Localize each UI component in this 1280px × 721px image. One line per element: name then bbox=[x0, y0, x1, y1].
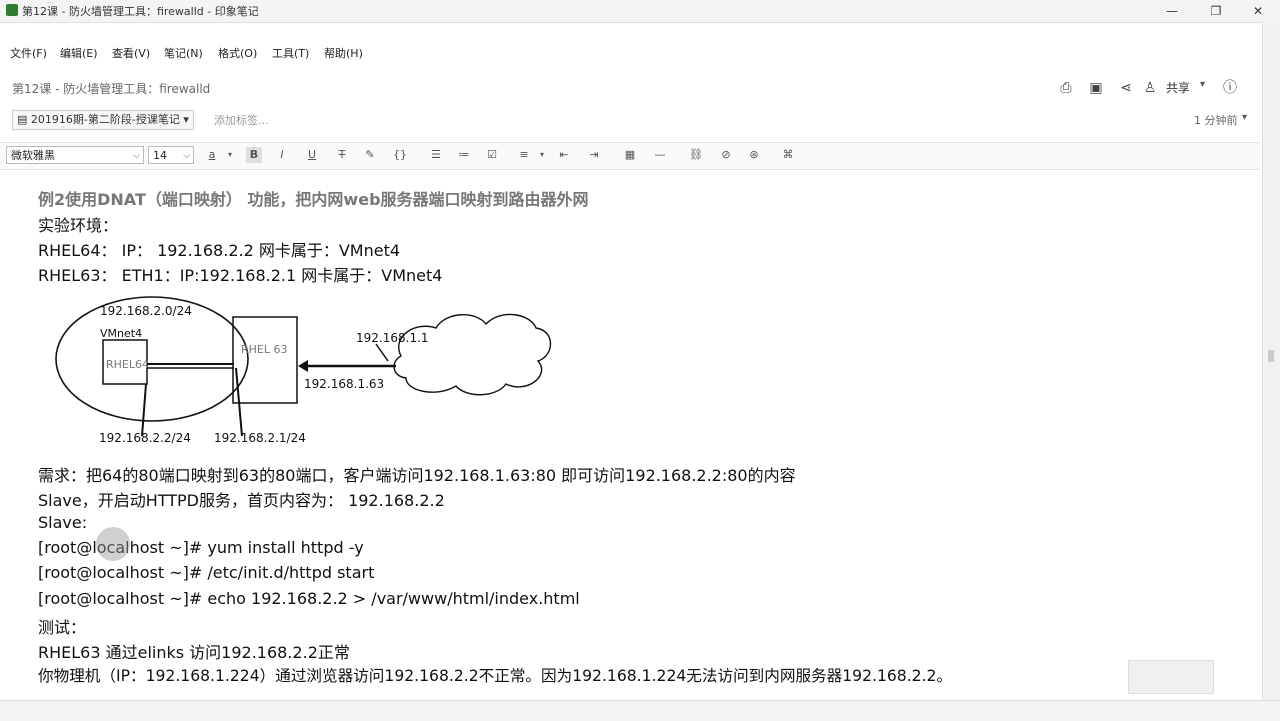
doc-line: RHEL63 通过elinks 访问192.168.2.2正常 bbox=[38, 643, 350, 662]
indent-icon[interactable]: ⇥ bbox=[586, 147, 602, 163]
menu-view[interactable]: 查看(V) bbox=[112, 45, 150, 61]
rhel63-box bbox=[232, 316, 298, 404]
code-icon[interactable]: {} bbox=[392, 147, 408, 163]
align-icon[interactable]: ≡ bbox=[516, 147, 532, 163]
outdent-icon[interactable]: ⇤ bbox=[556, 147, 572, 163]
evernote-app-icon bbox=[6, 4, 18, 16]
share-button[interactable]: 共享 bbox=[1166, 79, 1190, 96]
watermark-logo bbox=[1128, 660, 1214, 694]
doc-heading: 例2使用DNAT（端口映射） 功能，把内网web服务器端口映射到路由器外网 bbox=[38, 190, 589, 209]
font-family-value: 微软雅黑 bbox=[11, 149, 55, 162]
doc-line: Slave，开启动HTTPD服务，首页内容为： 192.168.2.2 bbox=[38, 491, 445, 510]
rhel63-label: RHEL 63 bbox=[241, 343, 288, 356]
doc-line: RHEL64： IP： 192.168.2.2 网卡属于：VMnet4 bbox=[38, 241, 401, 260]
share-network-icon[interactable]: ⋖ bbox=[1118, 80, 1134, 96]
info-icon[interactable]: ⓘ bbox=[1222, 80, 1238, 96]
menu-format[interactable]: 格式(O) bbox=[218, 45, 257, 61]
subnet-label: 192.168.2.0/24 bbox=[100, 304, 192, 318]
chevron-down-icon[interactable]: ▾ bbox=[534, 147, 550, 163]
text-color-icon[interactable]: a bbox=[204, 147, 220, 163]
underline-icon[interactable]: U bbox=[304, 147, 320, 163]
present-icon[interactable]: ▣ bbox=[1088, 80, 1104, 96]
chevron-down-icon[interactable]: ▾ bbox=[1200, 79, 1205, 90]
print-icon[interactable]: ⎙ bbox=[1058, 80, 1074, 96]
strikethrough-icon[interactable]: T bbox=[334, 147, 350, 163]
chevron-down-icon: ⌵ bbox=[183, 151, 190, 161]
note-editor[interactable]: 例2使用DNAT（端口映射） 功能，把内网web服务器端口映射到路由器外网 实验… bbox=[6, 176, 1250, 696]
note-header: 第12课 - 防火墙管理工具：firewalld ⎙ ▣ ⋖ ♙ 共享 ▾ ⓘ bbox=[0, 74, 1260, 100]
ip64-pointer bbox=[141, 383, 147, 437]
cloud-pointer bbox=[375, 343, 389, 362]
bold-icon[interactable]: B bbox=[246, 147, 262, 163]
internet-cloud bbox=[393, 313, 552, 396]
ip64-label: 192.168.2.2/24 bbox=[99, 431, 191, 445]
cloud-ip-label: 192.168.1.1 bbox=[356, 331, 429, 345]
italic-icon[interactable]: I bbox=[274, 147, 290, 163]
attachment-icon[interactable]: ⊘ bbox=[718, 147, 734, 163]
external-ip-label: 192.168.1.63 bbox=[304, 377, 384, 391]
doc-line: RHEL63： ETH1：IP:192.168.2.1 网卡属于：VMnet4 bbox=[38, 266, 443, 285]
doc-line: 测试： bbox=[38, 618, 87, 637]
ip63-pointer bbox=[235, 367, 243, 437]
minimize-button[interactable]: — bbox=[1150, 0, 1194, 22]
table-icon[interactable]: ▦ bbox=[622, 147, 638, 163]
chevron-down-icon: ▾ bbox=[183, 113, 189, 126]
chevron-down-icon: ⌵ bbox=[133, 151, 140, 161]
notebook-icon: ▤ bbox=[17, 113, 28, 126]
vertical-scrollbar[interactable] bbox=[1262, 22, 1280, 720]
note-title[interactable]: 第12课 - 防火墙管理工具：firewalld bbox=[12, 80, 210, 97]
chevron-down-icon[interactable]: ▾ bbox=[1242, 112, 1247, 123]
record-icon[interactable]: ⊛ bbox=[746, 147, 762, 163]
notebook-tag-bar: ▤ 201916期-第二阶段-授课笔记 ▾ 添加标签... 1 分钟前 ▾ bbox=[0, 108, 1260, 130]
menu-help[interactable]: 帮助(H) bbox=[324, 45, 363, 61]
numbered-list-icon[interactable]: ≔ bbox=[456, 147, 472, 163]
menu-tools[interactable]: 工具(T) bbox=[272, 45, 309, 61]
font-size-value: 14 bbox=[153, 149, 167, 162]
menu-edit[interactable]: 编辑(E) bbox=[60, 45, 98, 61]
doc-line: [root@localhost ~]# echo 192.168.2.2 > /… bbox=[38, 589, 580, 608]
notebook-name: 201916期-第二阶段-授课笔记 bbox=[30, 113, 180, 126]
doc-line: [root@localhost ~]# yum install httpd -y bbox=[38, 538, 364, 557]
chevron-down-icon[interactable]: ▾ bbox=[222, 147, 238, 163]
menu-note[interactable]: 笔记(N) bbox=[164, 45, 203, 61]
bottom-strip bbox=[0, 700, 1280, 721]
horizontal-rule-icon[interactable]: — bbox=[652, 147, 668, 163]
doc-line: Slave: bbox=[38, 513, 88, 532]
window-title: 第12课 - 防火墙管理工具：firewalld - 印象笔记 bbox=[22, 5, 259, 18]
font-size-select[interactable]: 14 ⌵ bbox=[148, 146, 194, 164]
menu-file[interactable]: 文件(F) bbox=[10, 45, 47, 61]
last-edit-time[interactable]: 1 分钟前 bbox=[1194, 112, 1238, 128]
menu-bar: 文件(F) 编辑(E) 查看(V) 笔记(N) 格式(O) 工具(T) 帮助(H… bbox=[0, 42, 1280, 62]
doc-line: 你物理机（IP：192.168.1.224）通过浏览器访问192.168.2.2… bbox=[38, 667, 953, 685]
doc-line: 需求：把64的80端口映射到63的80端口，客户端访问192.168.1.63:… bbox=[38, 466, 796, 485]
notebook-selector[interactable]: ▤ 201916期-第二阶段-授课笔记 ▾ bbox=[12, 110, 194, 130]
doc-line: 实验环境： bbox=[38, 216, 119, 235]
close-button[interactable]: ✕ bbox=[1236, 0, 1280, 22]
link-icon[interactable]: ⛓ bbox=[688, 147, 704, 163]
ip63-label: 192.168.2.1/24 bbox=[214, 431, 306, 445]
formatting-toolbar: 微软雅黑 ⌵ 14 ⌵ a ▾ B I U T ✎ {} ☰ ≔ ☑ ≡ ▾ ⇤… bbox=[0, 142, 1260, 170]
more-tools-icon[interactable]: ⌘ bbox=[780, 147, 796, 163]
scrollbar-thumb[interactable] bbox=[1268, 350, 1274, 362]
arrow-head bbox=[298, 360, 308, 372]
add-tag-input[interactable]: 添加标签... bbox=[214, 112, 269, 128]
checkbox-icon[interactable]: ☑ bbox=[484, 147, 500, 163]
font-family-select[interactable]: 微软雅黑 ⌵ bbox=[6, 146, 144, 164]
mouse-cursor-highlight bbox=[96, 527, 130, 561]
network-diagram: 192.168.2.0/24 VMnet4 RHEL64 RHEL 63 192… bbox=[55, 296, 552, 445]
maximize-button[interactable]: ❐ bbox=[1194, 0, 1238, 22]
title-bar: 第12课 - 防火墙管理工具：firewalld - 印象笔记 — ❐ ✕ bbox=[0, 0, 1280, 23]
doc-line: [root@localhost ~]# /etc/init.d/httpd st… bbox=[38, 563, 375, 582]
share-user-icon[interactable]: ♙ bbox=[1142, 80, 1158, 96]
highlight-icon[interactable]: ✎ bbox=[362, 147, 378, 163]
vmnet-label: VMnet4 bbox=[100, 327, 142, 340]
bullet-list-icon[interactable]: ☰ bbox=[428, 147, 444, 163]
rhel64-label: RHEL64 bbox=[106, 358, 149, 371]
